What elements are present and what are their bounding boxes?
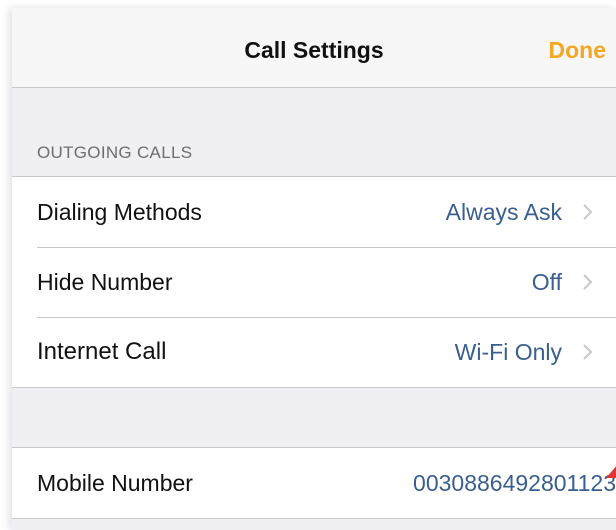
outgoing-calls-group: Dialing Methods Always Ask Hide Number O… <box>12 176 616 388</box>
page-title: Call Settings <box>244 37 384 63</box>
red-marker-icon <box>606 464 616 483</box>
chevron-right-icon <box>578 342 598 362</box>
chevron-right-icon <box>578 272 598 292</box>
dialing-methods-value: Always Ask <box>445 198 562 225</box>
section-header-outgoing-calls: OUTGOING CALLS <box>37 143 193 162</box>
chevron-right-icon <box>578 202 598 222</box>
internet-call-value: Wi-Fi Only <box>454 338 562 365</box>
hide-number-row[interactable]: Hide Number Off <box>12 247 616 317</box>
mobile-number-value[interactable]: 0030886492801123 <box>413 470 616 497</box>
mobile-number-group: Mobile Number 0030886492801123 <box>12 447 616 519</box>
internet-call-row[interactable]: Internet Call Wi-Fi Only <box>12 317 616 387</box>
internet-call-value-group: Wi-Fi Only <box>455 339 616 366</box>
call-settings-panel: Call Settings Done OUTGOING CALLS Dialin… <box>12 8 616 530</box>
mobile-number-row[interactable]: Mobile Number 0030886492801123 <box>12 448 616 518</box>
navigation-bar: Call Settings Done <box>12 8 616 88</box>
hide-number-label: Hide Number <box>37 268 173 295</box>
internet-call-label: Internet Call <box>37 338 167 365</box>
done-button[interactable]: Done <box>549 37 607 64</box>
mobile-number-value-group: 0030886492801123 <box>413 470 616 497</box>
dialing-methods-value-group: Always Ask <box>446 199 616 226</box>
hide-number-value-group: Off <box>532 269 616 296</box>
dialing-methods-row[interactable]: Dialing Methods Always Ask <box>12 177 616 247</box>
dialing-methods-label: Dialing Methods <box>37 198 202 225</box>
mobile-number-label: Mobile Number <box>37 469 193 496</box>
hide-number-value: Off <box>531 268 562 295</box>
